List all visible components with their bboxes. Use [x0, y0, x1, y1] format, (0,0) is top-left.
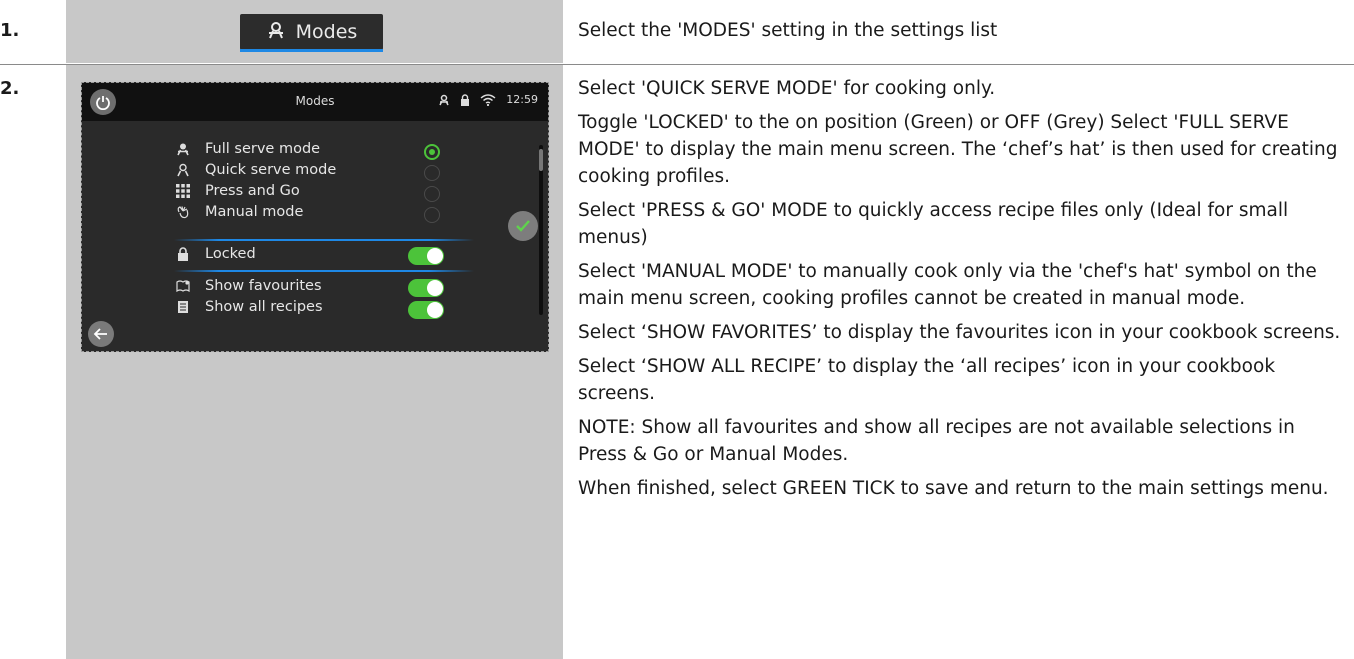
show-all-recipes-toggle[interactable] — [408, 301, 444, 319]
step-2-instructions: Select 'QUICK SERVE MODE' for cooking on… — [578, 75, 1348, 509]
locked-label: Locked — [205, 246, 256, 262]
mode-full-serve[interactable]: Full serve mode — [175, 141, 320, 157]
show-all-recipes-row[interactable]: Show all recipes — [175, 299, 323, 315]
mode-manual-radio[interactable] — [424, 207, 440, 223]
instruction-paragraph: When finished, select GREEN TICK to save… — [578, 478, 1329, 499]
book-star-icon — [175, 278, 191, 294]
mode-press-and-go[interactable]: Press and Go — [175, 183, 300, 199]
chef-hat-icon — [175, 141, 191, 157]
mode-label: Manual mode — [205, 204, 304, 220]
locked-row[interactable]: Locked — [175, 246, 256, 262]
scroll-thumb[interactable] — [539, 149, 543, 171]
hand-icon — [175, 204, 191, 220]
instruction-paragraph: Select ‘SHOW FAVORITES’ to display the f… — [578, 322, 1341, 343]
show-favourites-label: Show favourites — [205, 278, 322, 294]
chef-hat-icon — [266, 21, 286, 44]
chef-hat-outline-icon — [175, 162, 191, 178]
step-number-2: 2. — [0, 78, 20, 99]
mode-quick-serve-radio[interactable] — [424, 165, 440, 181]
back-button[interactable] — [88, 321, 114, 347]
screen-top-bar: Modes 12:59 — [82, 83, 548, 121]
modes-setting-button[interactable]: Modes — [240, 14, 383, 52]
mode-label: Quick serve mode — [205, 162, 337, 178]
step-1-instruction: Select the 'MODES' setting in the settin… — [578, 20, 998, 41]
mode-label: Full serve mode — [205, 141, 321, 157]
lock-icon — [461, 93, 470, 106]
locked-toggle[interactable] — [408, 247, 444, 265]
clock: 12:59 — [506, 93, 538, 106]
mode-manual[interactable]: Manual mode — [175, 204, 303, 220]
instruction-paragraph: Select 'PRESS & GO' MODE to quickly acce… — [578, 200, 1289, 248]
grid-icon — [175, 183, 191, 199]
show-all-recipes-label: Show all recipes — [205, 299, 323, 315]
mode-full-serve-radio[interactable] — [424, 144, 440, 160]
check-icon — [516, 220, 530, 232]
step-number-1: 1. — [0, 20, 20, 41]
lock-icon — [175, 246, 191, 262]
wifi-icon — [480, 93, 496, 106]
status-bar: 12:59 — [438, 93, 538, 106]
mode-press-and-go-radio[interactable] — [424, 186, 440, 202]
instruction-paragraph: NOTE: Show all favourites and show all r… — [578, 417, 1295, 465]
show-favourites-row[interactable]: Show favourites — [175, 278, 322, 294]
instruction-paragraph: Toggle 'LOCKED' to the on position (Gree… — [578, 112, 1338, 187]
scrollbar[interactable] — [539, 145, 543, 315]
mode-label: Press and Go — [205, 183, 300, 199]
instruction-paragraph: Select 'MANUAL MODE' to manually cook on… — [578, 261, 1317, 309]
chef-hat-icon — [439, 94, 449, 105]
mode-quick-serve[interactable]: Quick serve mode — [175, 162, 336, 178]
locked-separator-bottom — [174, 270, 474, 272]
device-modes-screen: Modes 12:59 Full serve mode Quick serve … — [81, 82, 549, 352]
save-tick-button[interactable] — [508, 211, 538, 241]
instruction-paragraph: Select 'QUICK SERVE MODE' for cooking on… — [578, 78, 996, 99]
show-favourites-toggle[interactable] — [408, 279, 444, 297]
locked-separator-top — [174, 239, 474, 241]
modes-setting-label: Modes — [295, 21, 358, 43]
instruction-paragraph: Select ‘SHOW ALL RECIPE’ to display the … — [578, 356, 1276, 404]
arrow-left-icon — [93, 328, 107, 340]
document-icon — [175, 299, 191, 315]
